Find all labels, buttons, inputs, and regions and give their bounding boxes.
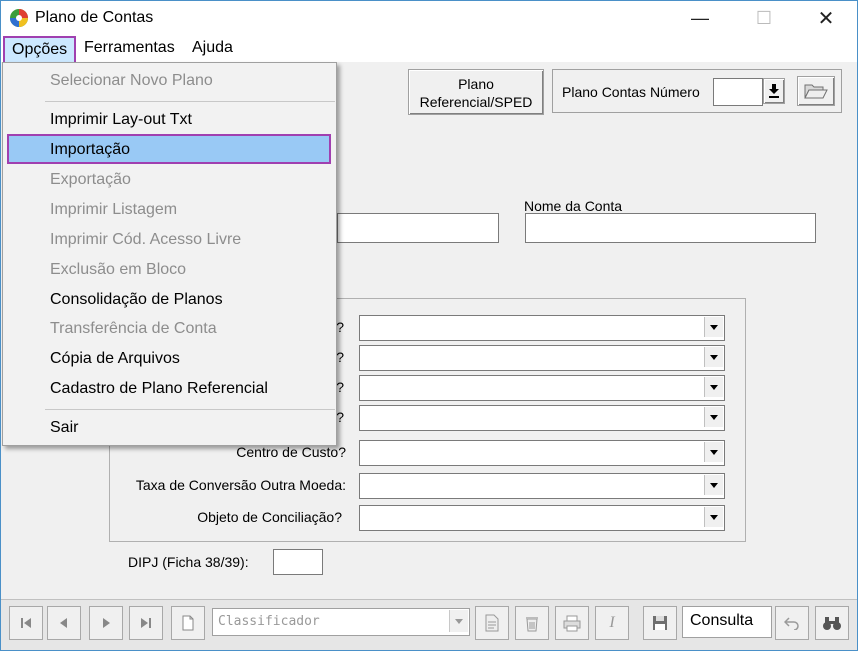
plano-contas-numero-label: Plano Contas Número <box>562 84 700 100</box>
download-arrow-button[interactable] <box>763 78 785 104</box>
app-icon <box>10 9 28 27</box>
undo-icon <box>784 617 799 630</box>
download-arrow-icon <box>769 84 779 98</box>
plano-referencial-button[interactable]: Plano Referencial/SPED <box>408 69 544 115</box>
chevron-down-icon[interactable] <box>704 317 723 337</box>
menu-ajuda[interactable]: Ajuda <box>192 39 233 57</box>
close-button[interactable]: ✕ <box>803 1 849 35</box>
combo-4[interactable] <box>359 405 725 431</box>
mode-indicator: Consulta <box>682 606 772 638</box>
plano-referencial-line2: Referencial/SPED <box>419 94 533 110</box>
next-record-icon <box>103 618 110 628</box>
menu-item-importacao[interactable]: Importação <box>50 141 130 159</box>
menu-item-transferencia-de-conta[interactable]: Transferência de Conta <box>50 320 217 338</box>
menu-item-exclusao-em-bloco[interactable]: Exclusão em Bloco <box>50 261 186 279</box>
recycle-button[interactable] <box>515 606 549 640</box>
report-icon <box>485 614 499 632</box>
window-title: Plano de Contas <box>35 9 154 26</box>
minimize-button[interactable]: — <box>677 1 723 35</box>
classificador-select[interactable]: Classificador <box>212 608 470 636</box>
document-icon <box>182 615 194 631</box>
next-record-button[interactable] <box>89 606 123 640</box>
chevron-down-icon[interactable] <box>704 475 723 495</box>
dipj-label: DIPJ (Ficha 38/39): <box>128 554 249 570</box>
classificador-value: Classificador <box>218 614 320 629</box>
nome-da-conta-label: Nome da Conta <box>524 198 623 214</box>
menu-item-sair[interactable]: Sair <box>50 419 78 437</box>
opcoes-dropdown-menu: Selecionar Novo Plano Imprimir Lay-out T… <box>2 62 337 446</box>
plano-contas-numero-input[interactable] <box>713 78 763 106</box>
new-document-button[interactable] <box>171 606 205 640</box>
search-button[interactable] <box>815 606 849 640</box>
menu-separator <box>45 409 335 410</box>
italic-button[interactable]: I <box>595 606 629 640</box>
printer-icon <box>563 615 581 632</box>
report-button[interactable] <box>475 606 509 640</box>
taxa-conversao-label: Taxa de Conversão Outra Moeda: <box>135 477 346 493</box>
previous-record-icon <box>60 618 67 628</box>
menu-item-imprimir-layout-txt[interactable]: Imprimir Lay-out Txt <box>50 111 192 129</box>
menu-opcoes[interactable]: Opções <box>3 36 77 64</box>
undo-button[interactable] <box>775 606 809 640</box>
menu-item-selecionar-novo-plano[interactable]: Selecionar Novo Plano <box>50 72 213 90</box>
menu-item-copia-de-arquivos[interactable]: Cópia de Arquivos <box>50 350 180 368</box>
application-window: Plano de Contas — ☐ ✕ Opções Ferramentas… <box>0 0 858 651</box>
menu-bar: Opções Ferramentas Ajuda <box>1 35 857 64</box>
mode-text: Consulta <box>690 612 754 629</box>
chevron-down-icon[interactable] <box>704 442 723 462</box>
menu-item-consolidacao-de-planos[interactable]: Consolidação de Planos <box>50 291 223 309</box>
menu-item-imprimir-cod-acesso-livre[interactable]: Imprimir Cód. Acesso Livre <box>50 231 241 249</box>
open-folder-icon <box>804 84 828 99</box>
first-record-icon <box>21 618 31 628</box>
chevron-down-icon[interactable] <box>704 347 723 367</box>
centro-de-custo-combo[interactable] <box>359 440 725 466</box>
centro-de-custo-label: Centro de Custo? <box>236 444 346 460</box>
menu-item-cadastro-de-plano-referencial[interactable]: Cadastro de Plano Referencial <box>50 380 268 398</box>
binoculars-icon <box>823 617 841 630</box>
menu-ferramentas[interactable]: Ferramentas <box>84 39 175 57</box>
title-bar: Plano de Contas — ☐ ✕ <box>1 1 857 35</box>
combo-2[interactable] <box>359 345 725 371</box>
chevron-down-icon[interactable] <box>704 407 723 427</box>
maximize-button[interactable]: ☐ <box>741 1 787 35</box>
objeto-conciliacao-combo[interactable] <box>359 505 725 531</box>
chevron-down-icon[interactable] <box>704 377 723 397</box>
menu-separator <box>45 101 335 102</box>
print-button[interactable] <box>555 606 589 640</box>
account-code-input[interactable] <box>337 213 499 243</box>
save-button[interactable] <box>643 606 677 640</box>
open-folder-button[interactable] <box>797 76 835 106</box>
chevron-down-icon[interactable] <box>704 507 723 527</box>
combo-3[interactable] <box>359 375 725 401</box>
recycle-bin-icon <box>526 617 538 632</box>
plano-referencial-line1: Plano <box>458 76 494 92</box>
floppy-disk-icon <box>653 616 667 630</box>
last-record-icon <box>141 618 151 628</box>
italic-icon: I <box>609 614 615 631</box>
last-record-button[interactable] <box>129 606 163 640</box>
plano-contas-numero-group: Plano Contas Número <box>552 69 842 113</box>
chevron-down-icon[interactable] <box>449 610 468 632</box>
taxa-conversao-combo[interactable] <box>359 473 725 499</box>
menu-item-exportacao[interactable]: Exportação <box>50 171 131 189</box>
objeto-conciliacao-label: Objeto de Conciliação? <box>197 509 342 525</box>
combo-1[interactable] <box>359 315 725 341</box>
first-record-button[interactable] <box>9 606 43 640</box>
nome-da-conta-input[interactable] <box>525 213 816 243</box>
dipj-input[interactable] <box>273 549 323 575</box>
menu-item-imprimir-listagem[interactable]: Imprimir Listagem <box>50 201 177 219</box>
previous-record-button[interactable] <box>47 606 81 640</box>
